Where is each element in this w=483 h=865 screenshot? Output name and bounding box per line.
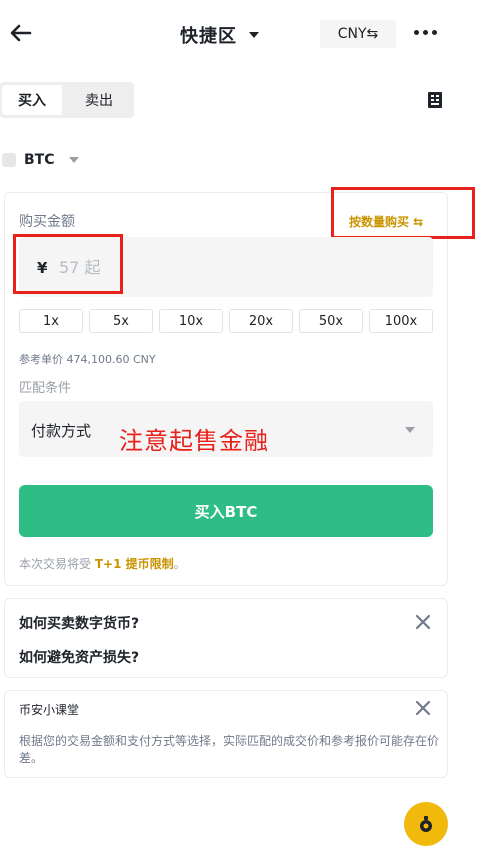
multiplier-20x-button[interactable]: 20x [229, 309, 293, 333]
top-bar: 快捷区 CNY⇆ [0, 0, 483, 70]
multiplier-buttons: 1x 5x 10x 20x 50x 100x [19, 309, 433, 333]
tab-buy[interactable]: 买入 [2, 85, 62, 115]
annotation-highlight-box [13, 234, 123, 294]
limit-notice-prefix: 本次交易将受 [19, 557, 95, 571]
close-icon[interactable] [415, 614, 431, 630]
payment-method-label: 付款方式 [31, 422, 92, 440]
tab-sell[interactable]: 卖出 [68, 85, 130, 115]
withdrawal-limit-notice: 本次交易将受 T+1 提币限制。 [19, 555, 186, 572]
currency-switch-button[interactable]: CNY⇆ [320, 20, 396, 48]
chevron-down-icon [405, 427, 415, 433]
trade-type-tabs: 买入 卖出 [0, 82, 134, 118]
assistant-float-button[interactable] [404, 802, 448, 846]
coin-icon [2, 153, 16, 167]
back-arrow-icon[interactable] [6, 18, 36, 48]
reference-price: 参考单价 474,100.60 CNY [19, 353, 156, 366]
coin-selector[interactable]: BTC [2, 150, 79, 170]
page-title-dropdown[interactable]: 快捷区 [180, 22, 259, 48]
multiplier-10x-button[interactable]: 10x [159, 309, 223, 333]
multiplier-1x-button[interactable]: 1x [19, 309, 83, 333]
match-conditions-label: 匹配条件 [19, 381, 72, 396]
classroom-title: 币安小课堂 [19, 703, 80, 717]
classroom-card: 币安小课堂 根据您的交易金额和支付方式等选择，实际匹配的成交价和参考报价可能存在… [4, 690, 448, 778]
multiplier-5x-button[interactable]: 5x [89, 309, 153, 333]
annotation-highlight-box [331, 187, 475, 239]
chevron-down-icon [68, 157, 79, 163]
more-icon[interactable] [414, 30, 437, 35]
annotation-text: 注意起售金融 [119, 427, 269, 455]
trade-form-card: 购买金额 按数量购买 ⇆ ¥ 1x 5x 10x 20x 50x 100x 参考… [4, 187, 475, 586]
close-icon[interactable] [415, 700, 431, 716]
coin-name: BTC [24, 152, 55, 168]
chevron-down-icon [249, 32, 259, 38]
amount-label: 购买金额 [19, 214, 75, 230]
support-icon [420, 816, 432, 832]
t1-limit-link[interactable]: T+1 提币限制 [95, 557, 174, 571]
faq-link-avoid-loss[interactable]: 如何避免资产损失? [19, 647, 139, 667]
page-title: 快捷区 [180, 26, 237, 47]
classroom-body: 根据您的交易金额和支付方式等选择，实际匹配的成交价和参考报价可能存在价差。 [19, 734, 440, 765]
order-list-icon[interactable] [428, 92, 442, 108]
multiplier-100x-button[interactable]: 100x [369, 309, 433, 333]
limit-notice-suffix: 。 [173, 557, 186, 571]
faq-link-how-to-trade[interactable]: 如何买卖数字货币? [19, 613, 139, 633]
multiplier-50x-button[interactable]: 50x [299, 309, 363, 333]
buy-btc-button[interactable]: 买入BTC [19, 485, 433, 537]
faq-card: 如何买卖数字货币? 如何避免资产损失? [4, 598, 448, 678]
